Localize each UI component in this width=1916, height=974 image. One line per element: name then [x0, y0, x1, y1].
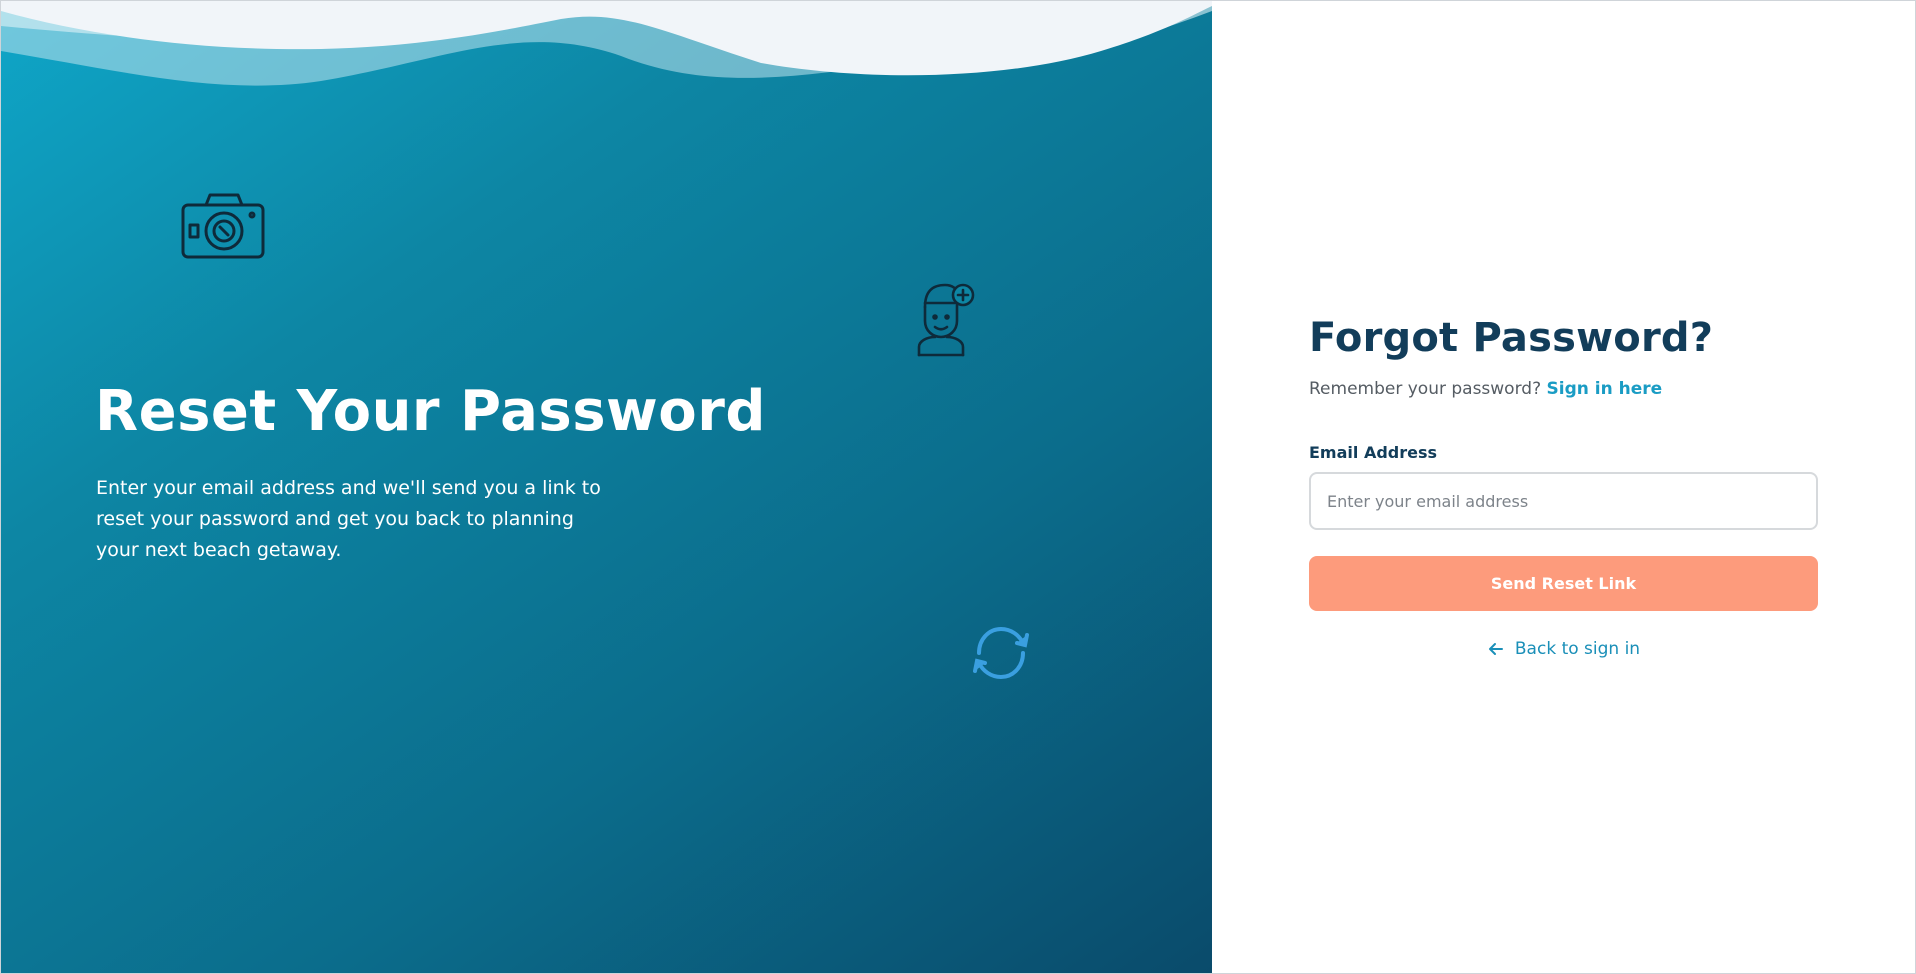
form-title: Forgot Password? — [1309, 315, 1714, 361]
app-window: Reset Your Password Enter your email add… — [1, 1, 1915, 973]
hero-description: Enter your email address and we'll send … — [96, 477, 601, 561]
back-to-sign-in-link[interactable]: Back to sign in — [1309, 639, 1818, 659]
sign-in-link[interactable]: Sign in here — [1547, 379, 1663, 399]
reset-form: Forgot Password? Remember your password?… — [1309, 315, 1818, 659]
wave-decoration — [1, 1, 1212, 86]
hero-title: Reset Your Password — [95, 379, 766, 444]
remember-line: Remember your password? Sign in here — [1309, 379, 1818, 399]
email-input[interactable] — [1309, 472, 1818, 530]
back-label: Back to sign in — [1514, 639, 1641, 659]
email-label: Email Address — [1309, 443, 1438, 462]
refresh-icon — [973, 626, 1029, 680]
camera-icon — [181, 193, 265, 259]
remember-text: Remember your password? — [1309, 379, 1542, 399]
send-reset-link-button[interactable]: Send Reset Link — [1309, 556, 1818, 611]
form-panel: Forgot Password? Remember your password?… — [1212, 1, 1915, 973]
hero-panel: Reset Your Password Enter your email add… — [1, 1, 1212, 973]
arrow-left-icon — [1488, 643, 1503, 655]
traveler-icon — [917, 283, 975, 357]
